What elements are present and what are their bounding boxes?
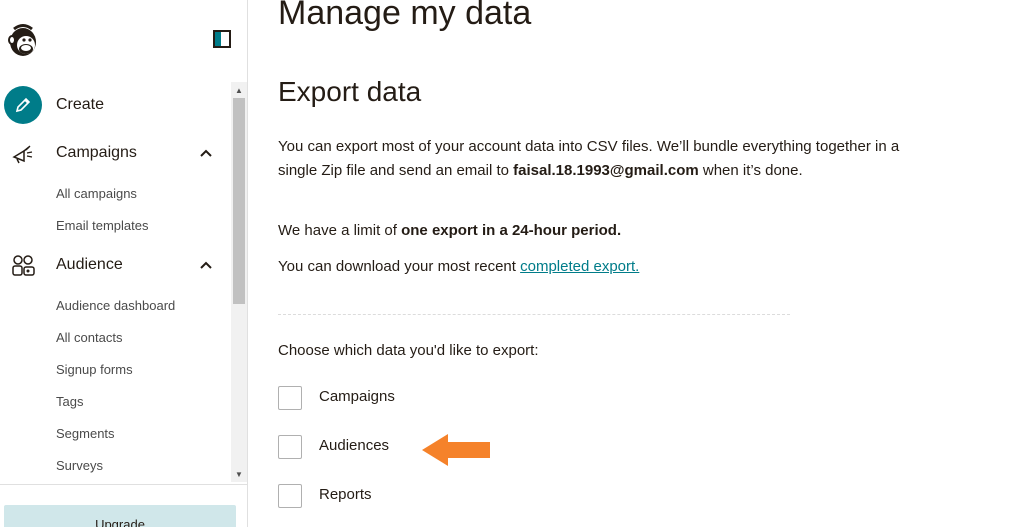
nav-item-create[interactable]: Create — [0, 86, 231, 124]
sidebar-item-signup-forms[interactable]: Signup forms — [56, 362, 133, 377]
sidebar-item-email-templates[interactable]: Email templates — [56, 218, 148, 233]
sidebar-item-audience-dashboard[interactable]: Audience dashboard — [56, 298, 175, 313]
limit-bold-text: one export in a 24-hour period. — [401, 222, 622, 239]
audiences-checkbox-label: Audiences — [319, 437, 390, 454]
choose-data-label: Choose which data you'd like to export: — [278, 342, 539, 359]
chevron-up-icon[interactable] — [198, 257, 214, 273]
nav-label-audience: Audience — [56, 256, 123, 273]
section-divider — [278, 314, 790, 315]
sidebar-item-tags[interactable]: Tags — [56, 394, 83, 409]
intro-text-part2: when it’s done. — [698, 162, 803, 179]
nav-label-create: Create — [56, 96, 105, 113]
export-intro-text: You can export most of your account data… — [278, 135, 918, 183]
campaigns-checkbox[interactable] — [278, 386, 302, 410]
main-content: Manage my data Export data You can expor… — [248, 0, 1011, 527]
sidebar-header — [0, 0, 247, 80]
sidebar-scrollbar[interactable]: ▲ ▼ — [231, 82, 247, 482]
reports-checkbox[interactable] — [278, 484, 302, 508]
scroll-down-arrow-icon[interactable]: ▼ — [231, 466, 247, 482]
mailchimp-logo-icon[interactable] — [4, 20, 44, 60]
completed-export-link[interactable]: completed export. — [520, 258, 639, 275]
nav-item-audience[interactable]: Audience — [0, 252, 231, 278]
upgrade-button[interactable]: Upgrade — [4, 505, 236, 527]
nav-label-campaigns: Campaigns — [56, 144, 137, 161]
page-title: Manage my data — [278, 0, 532, 32]
sidebar: Create Campaigns All campaigns Email tem… — [0, 0, 248, 527]
orange-arrow-annotation-icon — [422, 434, 490, 466]
pencil-icon — [4, 86, 42, 124]
reports-checkbox-label: Reports — [319, 486, 372, 503]
sidebar-item-all-contacts[interactable]: All contacts — [56, 330, 122, 345]
campaigns-checkbox-label: Campaigns — [319, 388, 395, 405]
megaphone-icon — [10, 140, 38, 168]
sidebar-item-segments[interactable]: Segments — [56, 426, 115, 441]
chevron-up-icon[interactable] — [198, 145, 214, 161]
section-title-export-data: Export data — [278, 76, 422, 107]
download-text-part1: You can download your most recent — [278, 258, 521, 275]
download-text: You can download your most recent comple… — [278, 255, 918, 279]
scrollbar-thumb[interactable] — [233, 98, 245, 304]
sidebar-toggle-icon[interactable] — [213, 30, 231, 48]
scroll-up-arrow-icon[interactable]: ▲ — [231, 82, 247, 98]
limit-text-part1: We have a limit of — [278, 222, 402, 239]
app-window: Create Campaigns All campaigns Email tem… — [0, 0, 1011, 527]
audiences-checkbox[interactable] — [278, 435, 302, 459]
sidebar-item-surveys[interactable]: Surveys — [56, 458, 103, 473]
sidebar-item-all-campaigns[interactable]: All campaigns — [56, 186, 137, 201]
audience-icon — [10, 252, 38, 280]
sidebar-nav: Create Campaigns All campaigns Email tem… — [0, 82, 231, 482]
user-email: faisal.18.1993@gmail.com — [513, 162, 699, 179]
export-limit-text: We have a limit of one export in a 24-ho… — [278, 219, 918, 243]
sidebar-footer: Upgrade — [0, 484, 247, 527]
nav-item-campaigns[interactable]: Campaigns — [0, 140, 231, 166]
